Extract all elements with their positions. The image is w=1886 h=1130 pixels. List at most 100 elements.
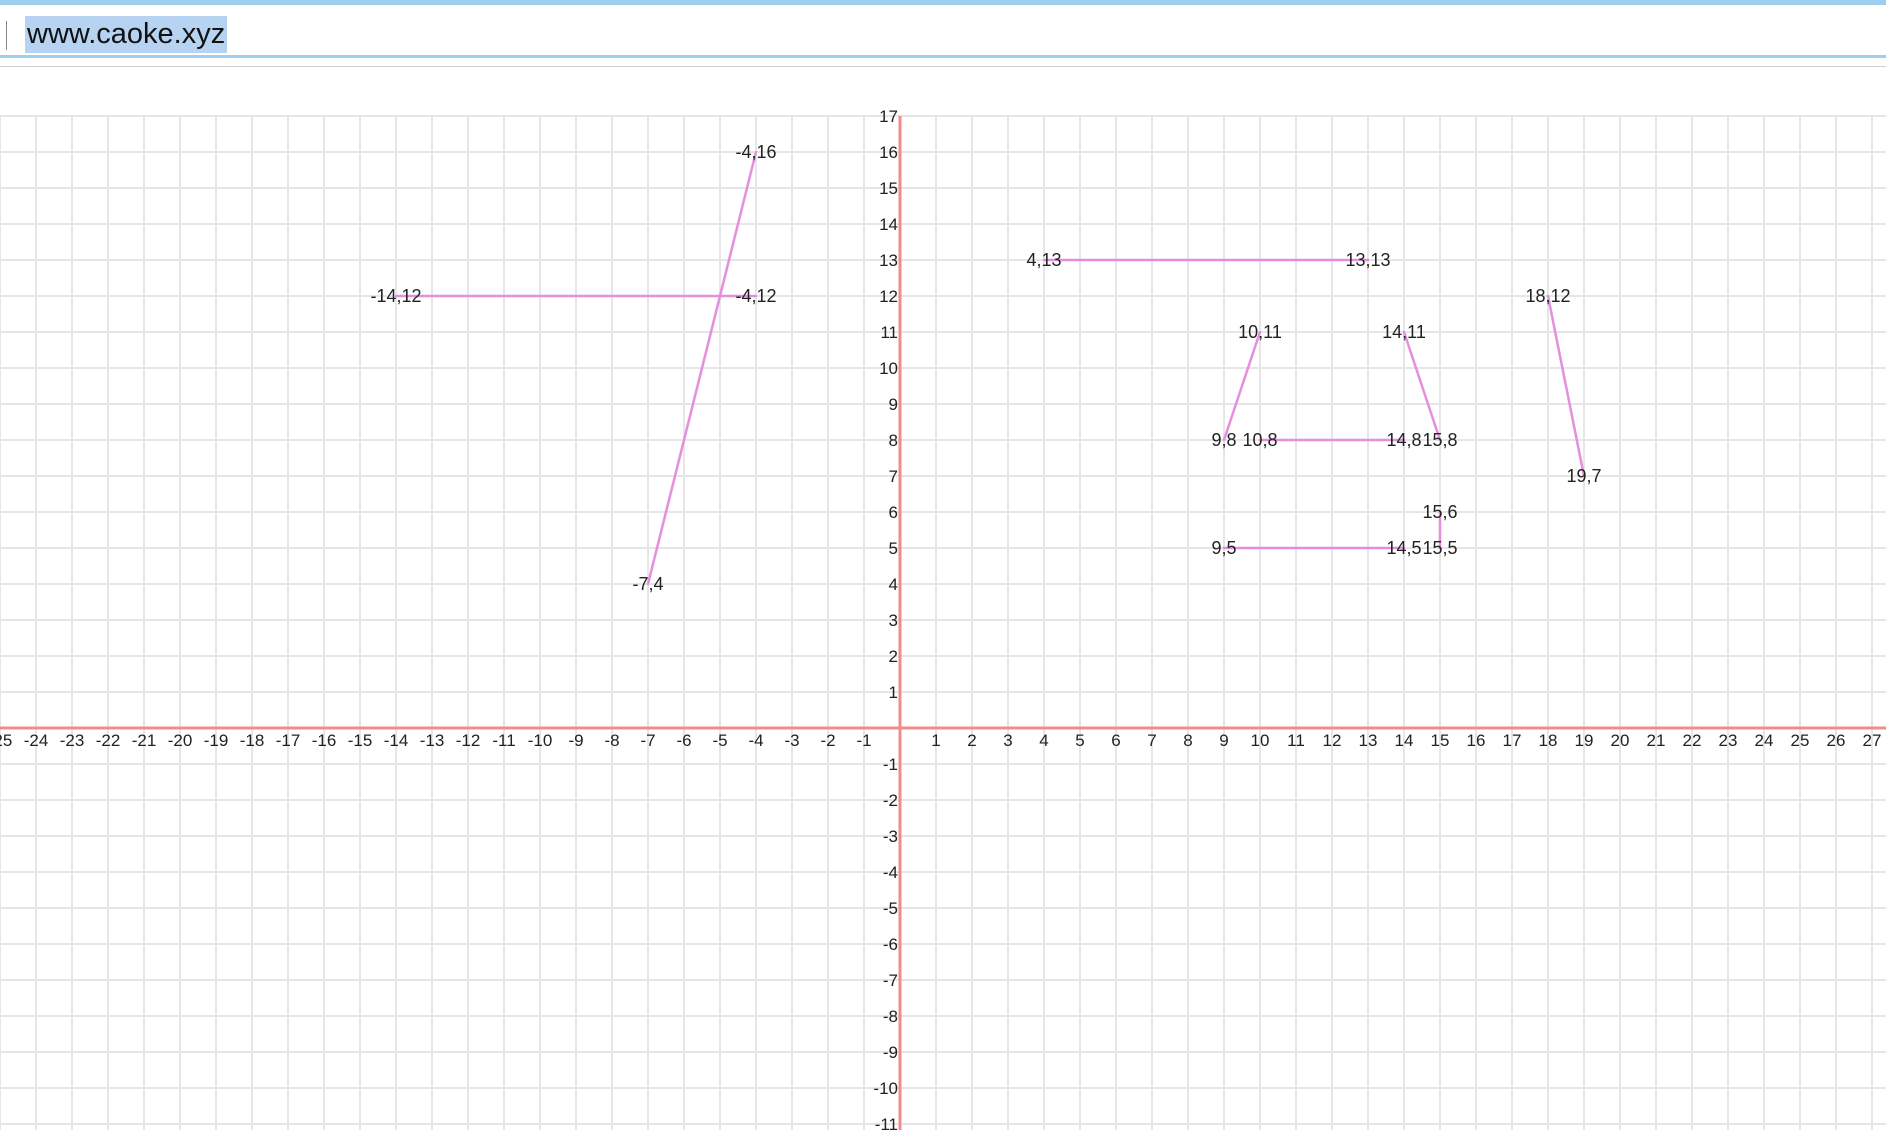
- point-label: 14,8: [1386, 430, 1421, 450]
- y-tick-label: 11: [880, 323, 898, 342]
- x-tick-label: 16: [1467, 731, 1486, 750]
- point-label: 18,12: [1525, 286, 1570, 306]
- y-tick-label: -4: [883, 863, 898, 882]
- x-tick-label: 11: [1287, 731, 1305, 750]
- line-segment: [1402, 330, 1442, 442]
- point-label: 15,8: [1422, 430, 1457, 450]
- x-tick-label: -8: [604, 731, 619, 750]
- x-tick-label: 18: [1539, 731, 1558, 750]
- point-label: 13,13: [1345, 250, 1390, 270]
- point-label: 10,11: [1238, 322, 1282, 342]
- y-tick-label: 5: [889, 539, 898, 558]
- x-tick-label: -2: [820, 731, 835, 750]
- y-tick-label: 2: [889, 647, 898, 666]
- x-tick-label: 2: [967, 731, 976, 750]
- y-tick-label: 17: [879, 107, 898, 126]
- y-tick-label: -3: [883, 827, 898, 846]
- x-tick-label: -20: [168, 731, 193, 750]
- x-tick-label: -5: [712, 731, 727, 750]
- x-tick-label: 24: [1755, 731, 1774, 750]
- x-tick-label: 19: [1575, 731, 1594, 750]
- y-tick-label: -7: [883, 971, 898, 990]
- y-tick-label: 14: [879, 215, 898, 234]
- x-tick-label: -17: [276, 731, 301, 750]
- x-tick-label: -22: [96, 731, 121, 750]
- x-tick-label: 20: [1611, 731, 1630, 750]
- x-tick-label: -11: [492, 731, 515, 750]
- x-tick-label: 10: [1251, 731, 1270, 750]
- x-tick-label: -4: [748, 731, 763, 750]
- x-tick-label: 23: [1719, 731, 1738, 750]
- x-tick-label: 17: [1503, 731, 1522, 750]
- y-tick-label: 1: [889, 683, 898, 702]
- x-tick-label: -1: [856, 731, 871, 750]
- x-tick-label: 9: [1219, 731, 1228, 750]
- x-tick-label: -10: [528, 731, 553, 750]
- x-tick-label: 7: [1147, 731, 1156, 750]
- x-tick-label: 15: [1431, 731, 1450, 750]
- line-segment: [1546, 294, 1586, 478]
- y-tick-label: -10: [873, 1079, 898, 1098]
- x-tick-label: -18: [240, 731, 265, 750]
- point-label: -4,12: [735, 286, 776, 306]
- point-label: 19,7: [1566, 466, 1601, 486]
- x-tick-label: -25: [0, 731, 12, 750]
- x-tick-label: 26: [1827, 731, 1846, 750]
- point-label: 10,8: [1242, 430, 1277, 450]
- x-tick-label: -6: [676, 731, 691, 750]
- y-tick-label: 16: [879, 143, 898, 162]
- x-tick-label: 21: [1647, 731, 1666, 750]
- y-tick-label: 8: [889, 431, 898, 450]
- x-tick-label: 6: [1111, 731, 1120, 750]
- x-tick-label: 5: [1075, 731, 1084, 750]
- point-label: 9,5: [1211, 538, 1236, 558]
- x-tick-label: -19: [204, 731, 229, 750]
- x-tick-label: 8: [1183, 731, 1192, 750]
- point-label: 14,11: [1382, 322, 1426, 342]
- x-tick-label: -13: [420, 731, 445, 750]
- x-tick-label: 22: [1683, 731, 1702, 750]
- x-tick-label: 25: [1791, 731, 1810, 750]
- x-tick-label: -15: [348, 731, 373, 750]
- y-tick-label: 9: [889, 395, 898, 414]
- x-tick-label: -24: [24, 731, 49, 750]
- y-tick-label: 13: [879, 251, 898, 270]
- x-tick-label: -16: [312, 731, 337, 750]
- x-tick-label: 13: [1359, 731, 1378, 750]
- point-label: 14,5: [1386, 538, 1421, 558]
- y-tick-label: -2: [883, 791, 898, 810]
- y-tick-label: 4: [889, 575, 898, 594]
- y-tick-label: 7: [889, 467, 898, 486]
- point-label: -4,16: [735, 142, 776, 162]
- x-tick-label: -14: [384, 731, 409, 750]
- point-label: -7,4: [632, 574, 663, 594]
- y-tick-label: -6: [883, 935, 898, 954]
- axes: [0, 116, 1886, 1130]
- x-tick-label: -12: [456, 731, 481, 750]
- y-tick-label: -5: [883, 899, 898, 918]
- x-tick-label: -21: [132, 731, 157, 750]
- point-label: 15,6: [1422, 502, 1457, 522]
- line-segment: [1222, 330, 1262, 442]
- point-label: 4,13: [1026, 250, 1061, 270]
- x-tick-label: -23: [60, 731, 85, 750]
- point-label: 9,8: [1211, 430, 1236, 450]
- y-tick-label: 15: [879, 179, 898, 198]
- y-tick-label: -9: [883, 1043, 898, 1062]
- grid: [0, 115, 1886, 1130]
- y-tick-label: 12: [879, 287, 898, 306]
- y-tick-label: 3: [889, 611, 898, 630]
- x-tick-label: -9: [568, 731, 583, 750]
- x-tick-label: 3: [1003, 731, 1012, 750]
- x-tick-label: 1: [931, 731, 940, 750]
- y-tick-label: -1: [883, 755, 898, 774]
- y-tick-label: -11: [875, 1115, 898, 1130]
- x-tick-label: 14: [1395, 731, 1414, 750]
- x-tick-label: 4: [1039, 731, 1048, 750]
- x-tick-label: 27: [1863, 731, 1882, 750]
- x-tick-label: 12: [1323, 731, 1342, 750]
- y-tick-label: 10: [879, 359, 898, 378]
- coordinate-plot: -25-24-23-22-21-20-19-18-17-16-15-14-13-…: [0, 107, 1886, 1130]
- x-tick-label: -3: [784, 731, 799, 750]
- y-tick-label: -8: [883, 1007, 898, 1026]
